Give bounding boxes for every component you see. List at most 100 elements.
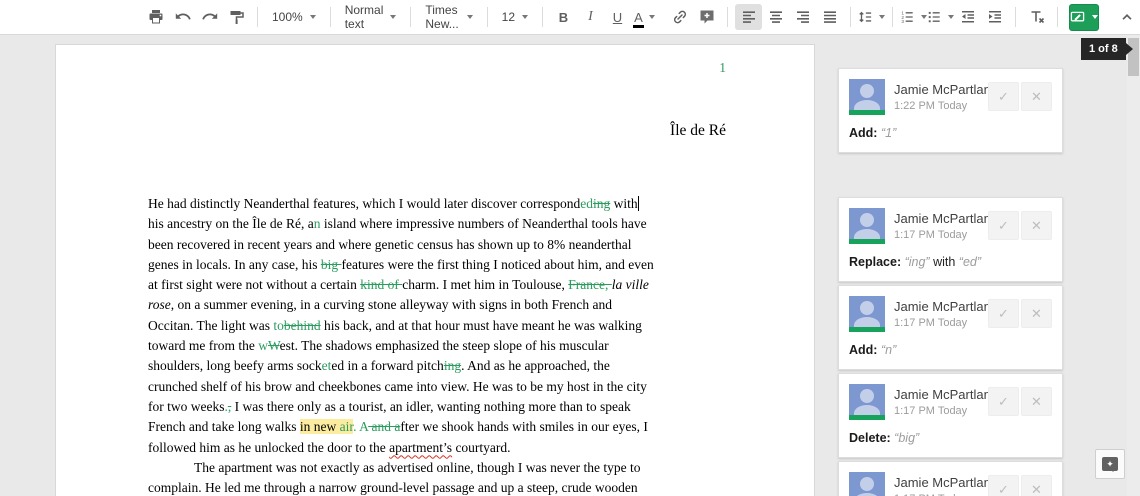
text-segment: est. The shadows emphasized the steep sl…	[279, 338, 609, 354]
document-text[interactable]: He had distinctly Neanderthal features, …	[148, 194, 738, 496]
suggestion-card[interactable]: Jamie McPartland 1:22 PM Today ✓ ✕ Add: …	[838, 68, 1063, 153]
suggestion-meta: Jamie McPartland 1:17 PM Today	[894, 208, 998, 244]
line-spacing-button[interactable]	[858, 4, 885, 30]
accept-suggestion-button[interactable]: ✓	[988, 211, 1019, 240]
suggestion-card[interactable]: Jamie McPartland 1:17 PM Today ✓ ✕	[838, 461, 1063, 496]
font-family-select[interactable]: Times New...	[418, 3, 479, 31]
text-line[interactable]: for two weeks., I was there only as a to…	[148, 397, 738, 417]
insert-link-button[interactable]	[666, 4, 693, 30]
editing-mode-button[interactable]	[1069, 3, 1099, 31]
paragraph-style-value: Normal text	[344, 3, 384, 31]
bulleted-list-button[interactable]	[927, 4, 954, 30]
scrollbar-track[interactable]	[1127, 35, 1140, 496]
text-line[interactable]: Occitan. The light was tobehind his back…	[148, 316, 738, 336]
zoom-select[interactable]: 100%	[265, 4, 323, 30]
reject-suggestion-button[interactable]: ✕	[1021, 82, 1052, 111]
text-color-button[interactable]: A	[631, 4, 658, 30]
suggestion-meta: Jamie McPartland 1:22 PM Today	[894, 79, 998, 115]
text-segment: and a	[368, 419, 401, 435]
chevron-down-icon	[648, 15, 655, 19]
text-line[interactable]: shoulders, long beefy arms socketed in a…	[148, 356, 738, 376]
chevron-down-icon	[466, 15, 473, 19]
text-segment: to	[273, 317, 284, 333]
text-line[interactable]: genes in locals. In any case, his big fe…	[148, 255, 738, 275]
text-line[interactable]: French and take long walks in new air. A…	[148, 417, 738, 437]
text-segment: ing	[443, 358, 462, 374]
text-line[interactable]: He had distinctly Neanderthal features, …	[148, 194, 738, 214]
text-segment: . And as he approached, the	[461, 358, 610, 374]
text-line[interactable]: complain. He led me through a narrow gro…	[148, 478, 738, 496]
suggestion-action-label: Add:	[849, 126, 878, 140]
suggest-pen-icon	[1070, 11, 1085, 21]
accept-suggestion-button[interactable]: ✓	[988, 475, 1019, 496]
close-icon: ✕	[1031, 217, 1042, 233]
suggestion-plain-text: with	[929, 255, 959, 269]
insert-comment-button[interactable]	[693, 4, 720, 30]
numbered-list-button[interactable]: 123	[900, 4, 927, 30]
accept-suggestion-button[interactable]: ✓	[988, 82, 1019, 111]
text-line[interactable]: been recovered in recent years and where…	[148, 235, 738, 255]
suggestion-actions: ✓ ✕	[988, 82, 1052, 115]
text-segment: French and take long walks	[148, 419, 300, 435]
show-comments-button[interactable]: ✦	[1095, 449, 1125, 479]
text-line[interactable]: followed him as he unlocked the door to …	[148, 438, 738, 458]
text-line[interactable]: crunched shelf of his brow and cheekbone…	[148, 377, 738, 397]
align-right-icon	[796, 11, 809, 23]
bold-button[interactable]: B	[550, 4, 577, 30]
text-line[interactable]: The apartment was not exactly as adverti…	[148, 458, 738, 478]
suggestion-author: Jamie McPartland	[894, 387, 999, 402]
toolbar-separator	[850, 7, 851, 27]
suggestion-card[interactable]: Jamie McPartland 1:17 PM Today ✓ ✕ Repla…	[838, 197, 1063, 282]
text-line[interactable]: toward me from the wWest. The shadows em…	[148, 336, 738, 356]
align-left-button[interactable]	[735, 4, 762, 30]
bulleted-list-icon	[928, 11, 940, 23]
suggestion-value: “big”	[894, 431, 920, 445]
avatar	[849, 384, 885, 420]
reject-suggestion-button[interactable]: ✕	[1021, 211, 1052, 240]
suggestions-panel: Jamie McPartland 1:22 PM Today ✓ ✕ Add: …	[838, 68, 1063, 496]
avatar-status-bar	[849, 327, 885, 332]
redo-button[interactable]	[196, 4, 223, 30]
italic-button[interactable]: I	[577, 4, 604, 30]
collapse-toolbar-button[interactable]	[1113, 4, 1140, 30]
reject-suggestion-button[interactable]: ✕	[1021, 387, 1052, 416]
print-button[interactable]	[142, 4, 169, 30]
text-segment: W	[267, 338, 280, 354]
align-center-button[interactable]	[762, 4, 789, 30]
text-line[interactable]: rose, on a summer evening, in a curving …	[148, 295, 738, 315]
suggestion-card[interactable]: Jamie McPartland 1:17 PM Today ✓ ✕ Add: …	[838, 285, 1063, 370]
clear-formatting-icon	[1031, 11, 1044, 24]
suggestion-card[interactable]: Jamie McPartland 1:17 PM Today ✓ ✕ Delet…	[838, 373, 1063, 458]
text-line[interactable]: at first sight were not without a certai…	[148, 275, 738, 295]
bold-icon: B	[558, 9, 569, 25]
paragraph-style-select[interactable]: Normal text	[338, 3, 404, 31]
undo-button[interactable]	[169, 4, 196, 30]
clear-formatting-button[interactable]	[1023, 4, 1050, 30]
align-justify-button[interactable]	[816, 4, 843, 30]
comment-marker-icon: ✦	[1102, 457, 1118, 472]
suggestion-text: Add: “1”	[849, 126, 1052, 140]
font-size-select[interactable]: 12	[495, 4, 535, 30]
reject-suggestion-button[interactable]: ✕	[1021, 299, 1052, 328]
document-page[interactable]: 1 Île de Ré He had distinctly Neandertha…	[55, 44, 815, 496]
reject-suggestion-button[interactable]: ✕	[1021, 475, 1052, 496]
text-color-icon: A	[633, 9, 644, 28]
check-icon: ✓	[998, 305, 1009, 321]
text-line[interactable]: his ancestry on the Île de Ré, an island…	[148, 214, 738, 234]
underline-button[interactable]: U	[604, 4, 631, 30]
accept-suggestion-button[interactable]: ✓	[988, 387, 1019, 416]
text-segment: at first sight were not without a certai…	[148, 277, 361, 293]
decrease-indent-button[interactable]	[954, 4, 981, 30]
text-segment: his back, and at that hour must have mea…	[320, 317, 642, 333]
avatar-status-bar	[849, 415, 885, 420]
paint-format-icon	[230, 11, 244, 24]
accept-suggestion-button[interactable]: ✓	[988, 299, 1019, 328]
text-segment: with	[610, 196, 638, 211]
align-right-button[interactable]	[789, 4, 816, 30]
increase-indent-button[interactable]	[981, 4, 1008, 30]
line-spacing-icon	[859, 11, 872, 23]
text-segment: , on a summer evening, in a curving ston…	[170, 297, 613, 313]
align-justify-icon	[823, 11, 836, 23]
paint-format-button[interactable]	[223, 4, 250, 30]
suggestion-value: “n”	[880, 343, 897, 357]
